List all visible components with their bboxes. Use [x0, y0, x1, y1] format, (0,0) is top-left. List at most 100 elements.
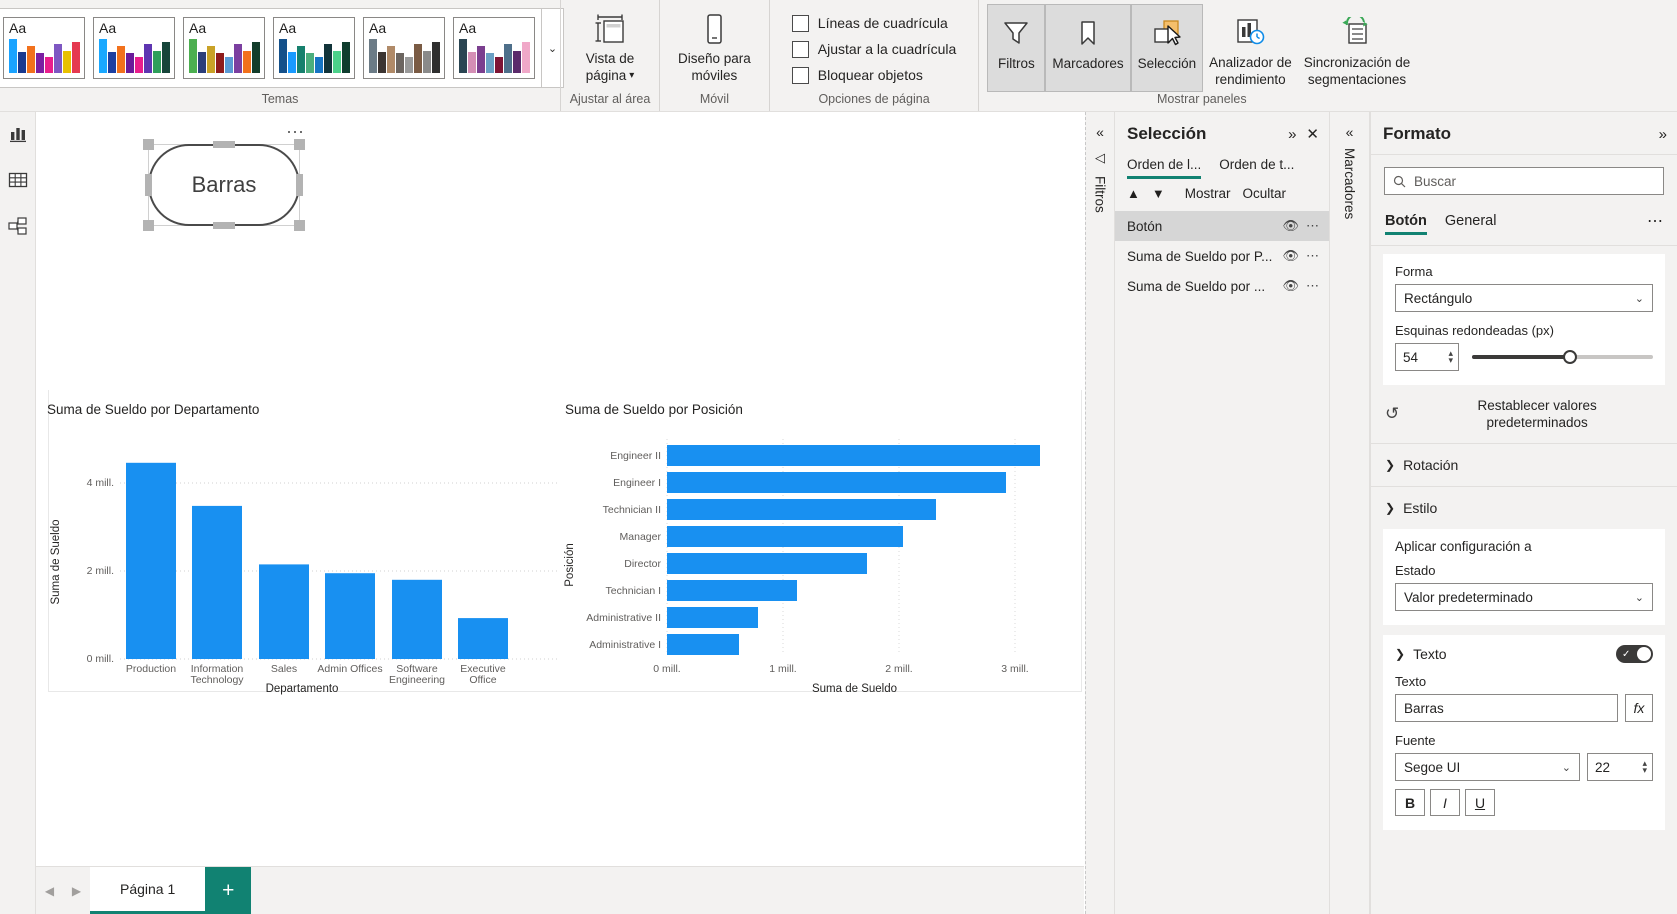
filters-rail-label[interactable]: Filtros	[1093, 176, 1108, 213]
theme-card[interactable]: Aa	[273, 17, 355, 79]
arrow-up-icon[interactable]: ▲	[1127, 186, 1140, 201]
selection-item-sueldo-posicion[interactable]: Suma de Sueldo por P... 👁 ⋯	[1115, 241, 1329, 271]
model-view-icon[interactable]	[6, 214, 30, 238]
chevron-right-icon[interactable]: ▶	[72, 884, 81, 898]
show-filters-button[interactable]: Filtros	[987, 4, 1046, 92]
font-family-select[interactable]: Segoe UI ⌄	[1395, 753, 1580, 781]
font-size-stepper[interactable]: 22 ▴ ▾	[1587, 753, 1653, 781]
hide-button[interactable]: Ocultar	[1243, 186, 1287, 201]
bold-button[interactable]: B	[1395, 789, 1425, 816]
more-options-icon[interactable]: ⋯	[1647, 211, 1663, 231]
more-options-icon[interactable]: ⋯	[1306, 248, 1319, 264]
stepper-arrows-icon[interactable]: ▴ ▾	[1448, 349, 1453, 365]
mobile-layout-button[interactable]: Diseño para móviles	[668, 0, 761, 84]
chevron-left-icon[interactable]: ◀	[45, 884, 54, 898]
add-page-button[interactable]: +	[205, 867, 252, 914]
page-tab-pagina-1[interactable]: Página 1	[90, 867, 206, 914]
checkbox-label: Bloquear objetos	[817, 67, 923, 83]
chevron-down-icon[interactable]: ❯	[1385, 501, 1395, 515]
resize-handle-se[interactable]	[294, 220, 305, 231]
resize-handle-nw[interactable]	[143, 139, 154, 150]
chevron-down-icon[interactable]: ⌄	[1635, 591, 1644, 604]
chevron-double-right-icon[interactable]: »	[1288, 126, 1296, 143]
sync-slicers-button[interactable]: Sincronización de segmentaciones	[1298, 4, 1417, 92]
chevron-right-icon[interactable]: ❯	[1385, 458, 1395, 472]
resize-handle-w[interactable]	[145, 174, 152, 196]
theme-card[interactable]: Aa	[93, 17, 175, 79]
selection-item-sueldo-departamento[interactable]: Suma de Sueldo por ... 👁 ⋯	[1115, 271, 1329, 301]
text-section-toggle[interactable]: ✓	[1616, 645, 1653, 663]
report-view-bar-chart-icon[interactable]	[6, 122, 30, 146]
close-icon[interactable]: ✕	[1306, 125, 1319, 143]
format-panel-header: Formato »	[1371, 112, 1677, 154]
resize-handle-n[interactable]	[213, 141, 235, 148]
bar-manager	[667, 526, 903, 547]
stepper-arrows-icon[interactable]: ▴ ▾	[1642, 759, 1647, 775]
reset-defaults-button[interactable]: ↺ Restablecer valores predeterminados	[1371, 385, 1677, 443]
tab-boton[interactable]: Botón	[1385, 213, 1427, 235]
theme-card[interactable]: Aa	[3, 17, 85, 79]
chevron-double-left-icon[interactable]: «	[1346, 124, 1354, 140]
show-selection-button[interactable]: Selección	[1130, 4, 1204, 92]
chart-suma-sueldo-departamento[interactable]: Suma de Sueldo por Departamento Suma de …	[42, 396, 562, 696]
chevron-down-icon[interactable]: ❯	[1395, 647, 1405, 661]
filters-collapsed-rail[interactable]: « ◁ Filtros	[1085, 112, 1115, 914]
show-bookmarks-button[interactable]: Marcadores	[1045, 4, 1131, 92]
fx-button[interactable]: fx	[1625, 694, 1653, 722]
chevron-down-icon[interactable]: ⌄	[1635, 292, 1644, 305]
tab-tab-order[interactable]: Orden de t...	[1219, 157, 1294, 172]
chart-suma-sueldo-posicion[interactable]: Suma de Sueldo por Posición Posición Eng…	[557, 396, 1082, 696]
chevron-double-right-icon[interactable]: »	[1659, 126, 1667, 143]
bookmarks-collapsed-rail[interactable]: « Marcadores	[1330, 112, 1370, 914]
shape-select[interactable]: Rectángulo ⌄	[1395, 284, 1653, 312]
button-shape-container[interactable]: ⋯ Barras	[143, 122, 305, 231]
more-options-icon[interactable]: ⋯	[1306, 278, 1319, 294]
button-text-input[interactable]: Barras	[1395, 694, 1618, 722]
chevron-double-left-icon[interactable]: «	[1096, 124, 1104, 140]
resize-handle-s[interactable]	[213, 222, 235, 229]
eye-icon[interactable]: 👁	[1282, 218, 1299, 234]
resize-handle-ne[interactable]	[294, 139, 305, 150]
more-options-icon[interactable]: ⋯	[1306, 218, 1319, 234]
theme-card[interactable]: Aa	[363, 17, 445, 79]
tab-layer-order[interactable]: Orden de l...	[1127, 157, 1202, 179]
page-view-button[interactable]: Vista de página ▾	[569, 0, 651, 84]
resize-handle-e[interactable]	[296, 174, 303, 196]
performance-analyzer-label-2: rendimiento	[1215, 72, 1286, 87]
barras-button[interactable]: Barras	[148, 144, 300, 226]
eye-icon[interactable]: 👁	[1282, 278, 1299, 294]
theme-card[interactable]: Aa	[453, 17, 535, 79]
report-page[interactable]: ⋯ Barras Suma de Sueldo por Departamento	[42, 112, 1082, 914]
selection-item-boton[interactable]: Botón 👁 ⋯	[1115, 211, 1329, 241]
underline-button[interactable]: U	[1465, 789, 1495, 816]
rounded-corners-stepper[interactable]: 54 ▴ ▾	[1395, 343, 1459, 371]
tab-general[interactable]: General	[1445, 213, 1497, 229]
show-button[interactable]: Mostrar	[1185, 186, 1231, 201]
section-rotacion[interactable]: ❯ Rotación	[1371, 443, 1677, 486]
checkbox-box[interactable]	[791, 40, 809, 58]
themes-gallery[interactable]: Aa Aa Aa Aa Aa Aa	[0, 8, 542, 88]
eye-icon[interactable]: 👁	[1282, 248, 1299, 264]
report-canvas-area[interactable]: ⋯ Barras Suma de Sueldo por Departamento	[36, 112, 1084, 914]
checkbox-box[interactable]	[791, 14, 809, 32]
search-icon	[1393, 175, 1406, 187]
checkbox-gridlines[interactable]: Líneas de cuadrícula	[791, 10, 957, 36]
filter-icon[interactable]: ◁	[1095, 150, 1105, 166]
theme-card[interactable]: Aa	[183, 17, 265, 79]
data-view-table-icon[interactable]	[6, 168, 30, 192]
checkbox-snap-to-grid[interactable]: Ajustar a la cuadrícula	[791, 36, 956, 62]
checkbox-lock-objects[interactable]: Bloquear objetos	[791, 62, 957, 88]
resize-handle-sw[interactable]	[143, 220, 154, 231]
italic-button[interactable]: I	[1430, 789, 1460, 816]
section-estilo[interactable]: ❯ Estilo	[1371, 486, 1677, 529]
checkbox-box[interactable]	[791, 66, 809, 84]
slider-knob[interactable]	[1562, 350, 1577, 364]
bookmarks-rail-label[interactable]: Marcadores	[1342, 148, 1357, 219]
performance-analyzer-button[interactable]: Analizador de rendimiento	[1203, 4, 1298, 92]
chevron-down-icon[interactable]: ⌄	[1562, 761, 1571, 774]
rounded-corners-slider[interactable]	[1472, 349, 1653, 365]
state-select[interactable]: Valor predeterminado ⌄	[1395, 583, 1653, 611]
arrow-down-icon[interactable]: ▼	[1152, 186, 1165, 201]
chevron-down-icon[interactable]: ▾	[629, 67, 634, 84]
format-search-input[interactable]: Buscar	[1384, 167, 1664, 195]
